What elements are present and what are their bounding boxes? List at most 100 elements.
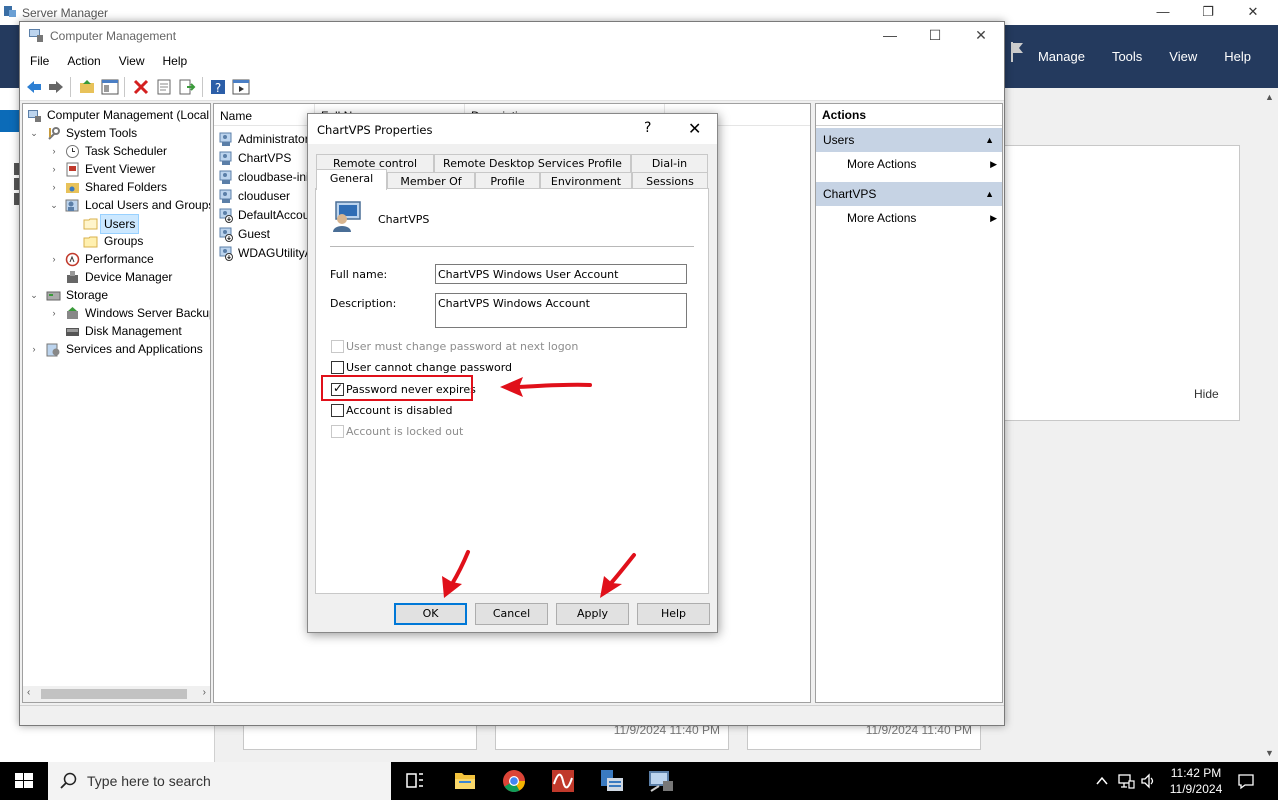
tree-horizontal-scrollbar[interactable]: ‹ › (23, 686, 210, 702)
description-field[interactable]: ChartVPS Windows Account (435, 293, 687, 328)
minimize-button[interactable]: — (1153, 3, 1173, 21)
server-manager-taskbar-icon[interactable] (588, 762, 636, 800)
vertical-scrollbar[interactable]: ▲ ▼ (1262, 88, 1278, 762)
cm-minimize-button[interactable]: — (881, 26, 899, 44)
actions-section-users[interactable]: Users ▲ (816, 128, 1002, 152)
dialog-close-button[interactable]: ✕ (688, 119, 701, 138)
menu-view[interactable]: View (119, 54, 145, 68)
delete-icon[interactable] (132, 78, 150, 96)
shared-folder-icon (66, 183, 79, 193)
users-groups-icon (65, 199, 79, 212)
hide-link[interactable]: Hide (1194, 387, 1219, 401)
properties-icon[interactable] (155, 78, 173, 96)
toolbar-separator (124, 77, 125, 97)
user-icon (219, 132, 232, 146)
disabled-user-icon (219, 227, 233, 242)
restore-button[interactable]: ❐ (1198, 3, 1218, 21)
back-arrow-icon[interactable] (25, 78, 43, 96)
expand-chevron-icon[interactable]: › (49, 178, 59, 196)
computer-management-taskbar-icon[interactable] (637, 762, 685, 800)
collapse-chevron-icon[interactable]: ⌄ (29, 286, 39, 304)
scroll-left-icon[interactable]: ‹ (27, 687, 30, 698)
network-icon[interactable] (1117, 772, 1135, 790)
scroll-thumb[interactable] (41, 689, 187, 699)
file-explorer-icon[interactable] (441, 762, 489, 800)
taskbar-search-box[interactable]: Type here to search (48, 762, 391, 800)
toolbar-separator (70, 77, 71, 97)
collapse-triangle-icon[interactable]: ▲ (985, 128, 994, 152)
event-viewer-icon (66, 162, 79, 177)
up-folder-icon[interactable] (78, 78, 96, 96)
tab-dial-in[interactable]: Dial-in (631, 154, 708, 172)
menu-tools[interactable]: Tools (1112, 49, 1142, 64)
scroll-right-icon[interactable]: › (203, 687, 206, 698)
action-pane-icon[interactable] (232, 78, 250, 96)
show-hidden-icons-chevron-icon[interactable] (1095, 774, 1109, 788)
menu-file[interactable]: File (30, 54, 49, 68)
nav-selected-indicator[interactable] (0, 110, 20, 132)
cm-maximize-button[interactable]: ☐ (926, 26, 944, 44)
windows-start-icon[interactable] (0, 762, 48, 800)
list-item-user[interactable]: clouduser (216, 187, 310, 206)
submenu-arrow-icon: ▶ (990, 213, 997, 223)
help-button[interactable]: Help (637, 603, 710, 625)
expand-chevron-icon[interactable]: › (49, 142, 59, 160)
notifications-flag-icon[interactable] (1010, 42, 1024, 62)
scroll-up-icon[interactable]: ▲ (1265, 92, 1274, 102)
expand-chevron-icon[interactable]: › (49, 160, 59, 178)
apply-button[interactable]: Apply (556, 603, 629, 625)
forward-arrow-icon[interactable] (47, 78, 65, 96)
collapse-triangle-icon[interactable]: ▲ (985, 182, 994, 206)
chrome-icon[interactable] (490, 762, 538, 800)
action-center-icon[interactable] (1237, 772, 1255, 790)
menu-help[interactable]: Help (163, 54, 188, 68)
ok-button[interactable]: OK (394, 603, 467, 625)
tab-remote-desktop-services-profile[interactable]: Remote Desktop Services Profile (434, 154, 631, 172)
column-header-name[interactable]: Name (214, 104, 315, 126)
user-properties-dialog: ChartVPS Properties ? ✕ Remote control R… (307, 113, 718, 633)
checkbox-box[interactable] (331, 361, 344, 374)
cm-close-button[interactable]: ✕ (972, 26, 990, 44)
checkbox-box[interactable] (331, 340, 344, 353)
list-item-user[interactable]: Administrator (216, 130, 310, 149)
collapse-chevron-icon[interactable]: ⌄ (49, 196, 59, 214)
menu-action[interactable]: Action (67, 54, 100, 68)
user-icon (219, 151, 232, 165)
checkbox-box[interactable] (331, 425, 344, 438)
collapse-chevron-icon[interactable]: ⌄ (29, 124, 39, 142)
full-name-field[interactable]: ChartVPS Windows User Account (435, 264, 687, 284)
more-actions-chartvps[interactable]: More Actions ▶ (847, 206, 997, 230)
cancel-button[interactable]: Cancel (475, 603, 548, 625)
actions-section-chartvps[interactable]: ChartVPS ▲ (816, 182, 1002, 206)
menu-view[interactable]: View (1169, 49, 1197, 64)
submenu-arrow-icon: ▶ (990, 159, 997, 169)
task-view-icon[interactable] (391, 762, 439, 800)
list-item-user[interactable]: DefaultAccount (216, 206, 310, 225)
close-button[interactable]: ✕ (1243, 3, 1263, 21)
full-name-label: Full name: (330, 268, 388, 281)
expand-chevron-icon[interactable]: › (49, 250, 59, 268)
dialog-help-button[interactable]: ? (644, 120, 651, 136)
cm-title: Computer Management (50, 29, 177, 43)
volume-icon[interactable] (1140, 772, 1158, 790)
expand-chevron-icon[interactable]: › (49, 304, 59, 322)
search-icon (60, 772, 77, 789)
list-item-user[interactable]: cloudbase-init (216, 168, 310, 187)
expand-chevron-icon[interactable]: › (29, 340, 39, 358)
export-list-icon[interactable] (178, 78, 196, 96)
menu-help[interactable]: Help (1224, 49, 1251, 64)
show-hide-tree-icon[interactable] (101, 78, 119, 96)
taskbar-clock[interactable]: 11:42 PM 11/9/2024 (1163, 765, 1229, 797)
help-icon[interactable]: ? (209, 78, 227, 96)
performance-monitor-icon[interactable] (539, 762, 587, 800)
checkbox-box[interactable] (331, 404, 344, 417)
list-item-user-selected[interactable]: ChartVPS (216, 149, 310, 168)
tools-icon (48, 127, 60, 140)
menu-manage[interactable]: Manage (1038, 49, 1085, 64)
list-item-user[interactable]: Guest (216, 225, 310, 244)
search-placeholder: Type here to search (87, 773, 211, 789)
list-item-user[interactable]: WDAGUtilityAccount (216, 244, 310, 263)
tab-general[interactable]: General (316, 169, 387, 190)
scroll-down-icon[interactable]: ▼ (1265, 748, 1274, 758)
more-actions-users[interactable]: More Actions ▶ (847, 152, 997, 176)
